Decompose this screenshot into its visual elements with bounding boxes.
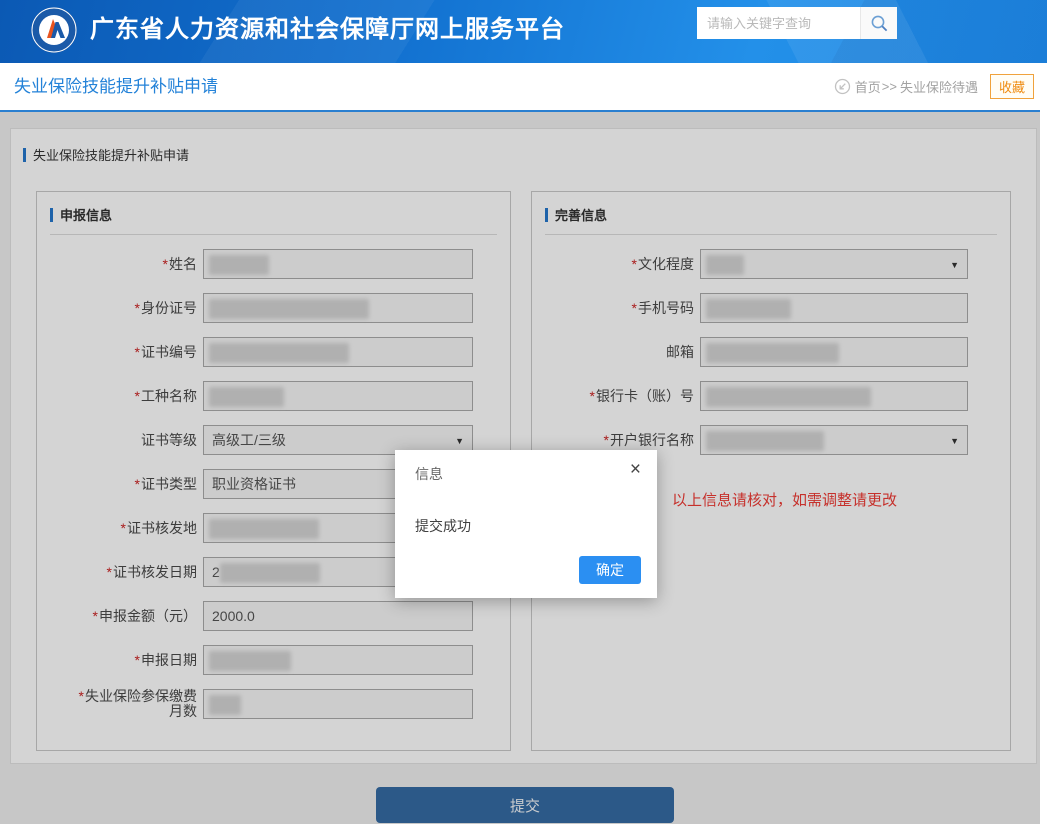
- breadcrumb: 首页 >> 失业保险待遇 收藏: [834, 63, 1034, 110]
- emblem-icon: [30, 6, 78, 54]
- close-icon[interactable]: ×: [630, 460, 641, 479]
- favorite-button[interactable]: 收藏: [990, 74, 1034, 99]
- app-header: 广东省人力资源和社会保障厅网上服务平台: [0, 0, 1047, 63]
- title-bar: 失业保险技能提升补贴申请 首页 >> 失业保险待遇 收藏: [0, 63, 1040, 112]
- confirm-button[interactable]: 确定: [579, 556, 641, 584]
- search-box: [697, 7, 897, 39]
- home-arrow-icon: [834, 78, 851, 95]
- message-dialog: 信息 × 提交成功 确定: [395, 450, 657, 598]
- content-area: 失业保险技能提升补贴申请 申报信息 *姓名*身份证号*证书编号*工种名称证书等级…: [0, 112, 1040, 824]
- dialog-title: 信息: [415, 464, 443, 484]
- search-input[interactable]: [697, 7, 860, 39]
- page-title: 失业保险技能提升补贴申请: [14, 63, 218, 110]
- breadcrumb-home[interactable]: 首页: [855, 77, 881, 96]
- search-icon: [870, 14, 889, 33]
- app-title: 广东省人力资源和社会保障厅网上服务平台: [90, 0, 565, 63]
- breadcrumb-current[interactable]: 失业保险待遇: [900, 77, 978, 96]
- search-button[interactable]: [860, 7, 897, 39]
- dialog-message: 提交成功: [415, 516, 471, 536]
- breadcrumb-separator: >>: [882, 79, 897, 94]
